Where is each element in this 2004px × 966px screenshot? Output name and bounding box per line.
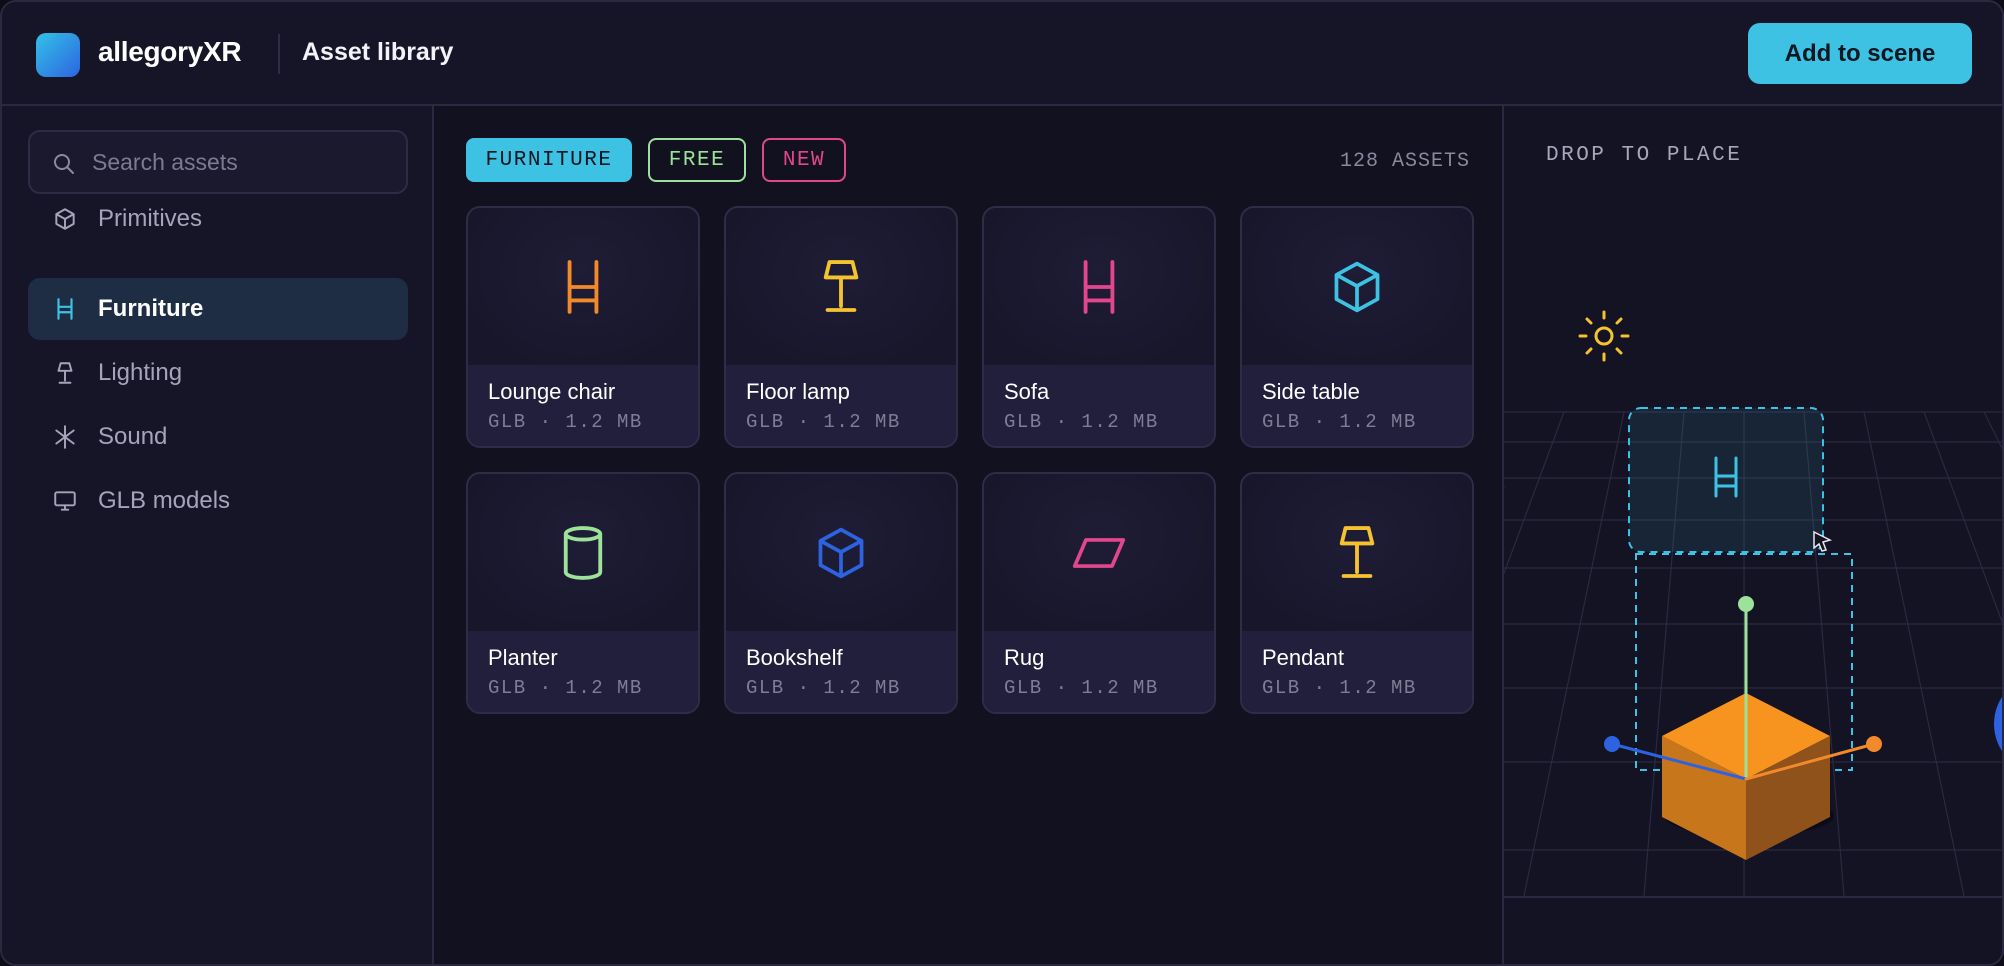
search-input[interactable] (92, 140, 392, 184)
app-logo (36, 33, 80, 77)
asterisk-icon (52, 424, 78, 450)
asset-count: 128 ASSETS (1339, 150, 1470, 173)
search-icon (54, 154, 74, 174)
z-axis-handle[interactable] (1604, 736, 1620, 752)
y-axis-handle[interactable] (1738, 596, 1754, 612)
asset-info: Planter GLB · 1.2 MB (468, 631, 698, 712)
cylinder-icon (563, 525, 603, 580)
sidebar-item-lighting[interactable]: Lighting (28, 342, 408, 404)
x-axis-handle[interactable] (1866, 736, 1882, 752)
sphere-object[interactable] (1994, 674, 2004, 774)
asset-thumbnail (468, 208, 698, 365)
asset-meta: GLB · 1.2 MB (1004, 411, 1159, 433)
asset-card-sofa[interactable]: Sofa GLB · 1.2 MB (982, 206, 1216, 448)
asset-info: Rug GLB · 1.2 MB (984, 631, 1214, 712)
parallelogram-icon (1072, 537, 1126, 568)
chair-icon (567, 259, 599, 314)
asset-meta: GLB · 1.2 MB (488, 677, 643, 699)
sidebar-item-sound[interactable]: Sound (28, 406, 408, 468)
sidebar-item-label: Lighting (98, 359, 183, 386)
app-header: allegoryXR Asset library Add to scene (2, 2, 2002, 106)
sidebar-item-furniture[interactable]: Furniture (28, 278, 408, 340)
sun-icon[interactable] (1578, 310, 1630, 362)
asset-name: Bookshelf (746, 645, 843, 670)
scene-canvas[interactable] (1504, 106, 2004, 966)
header-divider (278, 34, 280, 74)
asset-info: Sofa GLB · 1.2 MB (984, 365, 1214, 446)
asset-thumbnail (984, 208, 1214, 365)
filter-chip-free[interactable]: FREE (648, 138, 746, 182)
app-window: allegoryXR Asset library Add to scene Pr… (0, 0, 2004, 966)
asset-thumbnail (468, 474, 698, 631)
asset-thumbnail (726, 474, 956, 631)
chair-icon (52, 296, 78, 322)
asset-meta: GLB · 1.2 MB (746, 677, 901, 699)
lamp-icon (1339, 525, 1375, 578)
asset-card-pendant[interactable]: Pendant GLB · 1.2 MB (1240, 472, 1474, 714)
asset-meta: GLB · 1.2 MB (1262, 677, 1417, 699)
asset-grid-panel: FURNITURE FREE NEW 128 ASSETS Lounge cha… (434, 106, 1502, 964)
asset-info: Floor lamp GLB · 1.2 MB (726, 365, 956, 446)
asset-card-lounge-chair[interactable]: Lounge chair GLB · 1.2 MB (466, 206, 700, 448)
asset-meta: GLB · 1.2 MB (488, 411, 643, 433)
asset-name: Sofa (1004, 379, 1050, 404)
cube-icon (52, 206, 78, 232)
asset-thumbnail (1242, 208, 1472, 365)
asset-name: Lounge chair (488, 379, 616, 404)
filter-chip-new[interactable]: NEW (762, 138, 846, 182)
search-box[interactable] (28, 130, 408, 194)
asset-name: Pendant (1262, 645, 1344, 670)
asset-card-side-table[interactable]: Side table GLB · 1.2 MB (1240, 206, 1474, 448)
drop-label: DROP TO PLACE (1546, 144, 1743, 167)
asset-card-floor-lamp[interactable]: Floor lamp GLB · 1.2 MB (724, 206, 958, 448)
asset-card-bookshelf[interactable]: Bookshelf GLB · 1.2 MB (724, 472, 958, 714)
asset-info: Pendant GLB · 1.2 MB (1242, 631, 1472, 712)
sidebar: Primitives Furniture Lighting Sound GLB … (2, 106, 434, 964)
asset-meta: GLB · 1.2 MB (746, 411, 901, 433)
scene-footer-divider (1504, 896, 2002, 898)
asset-card-planter[interactable]: Planter GLB · 1.2 MB (466, 472, 700, 714)
cube-icon (818, 527, 864, 578)
asset-meta: GLB · 1.2 MB (1004, 677, 1159, 699)
asset-meta: GLB · 1.2 MB (1262, 411, 1417, 433)
sidebar-item-primitives[interactable]: Primitives (28, 188, 408, 250)
asset-thumbnail (726, 208, 956, 365)
add-to-scene-button[interactable]: Add to scene (1748, 23, 1972, 84)
page-title: Asset library (302, 38, 454, 66)
drag-ghost[interactable] (1628, 407, 1824, 553)
sidebar-item-glb-models[interactable]: GLB models (28, 470, 408, 532)
lamp-icon (823, 259, 859, 312)
asset-name: Planter (488, 645, 558, 670)
scene-viewport[interactable]: DROP TO PLACE (1502, 106, 2004, 966)
asset-thumbnail (984, 474, 1214, 631)
asset-info: Side table GLB · 1.2 MB (1242, 365, 1472, 446)
asset-name: Floor lamp (746, 379, 850, 404)
asset-info: Lounge chair GLB · 1.2 MB (468, 365, 698, 446)
sidebar-item-label: GLB models (98, 487, 231, 514)
brand-name: allegoryXR (98, 36, 242, 67)
asset-name: Rug (1004, 645, 1045, 670)
lamp-icon (52, 360, 78, 386)
asset-info: Bookshelf GLB · 1.2 MB (726, 631, 956, 712)
cube-icon (1334, 261, 1380, 312)
asset-name: Side table (1262, 379, 1360, 404)
sidebar-item-label: Sound (98, 423, 168, 450)
filter-chip-furniture[interactable]: FURNITURE (466, 138, 632, 182)
sidebar-item-label: Furniture (98, 295, 204, 322)
chair-icon (1083, 259, 1115, 314)
monitor-icon (52, 488, 78, 514)
asset-thumbnail (1242, 474, 1472, 631)
sidebar-item-label: Primitives (98, 205, 203, 232)
asset-card-rug[interactable]: Rug GLB · 1.2 MB (982, 472, 1216, 714)
